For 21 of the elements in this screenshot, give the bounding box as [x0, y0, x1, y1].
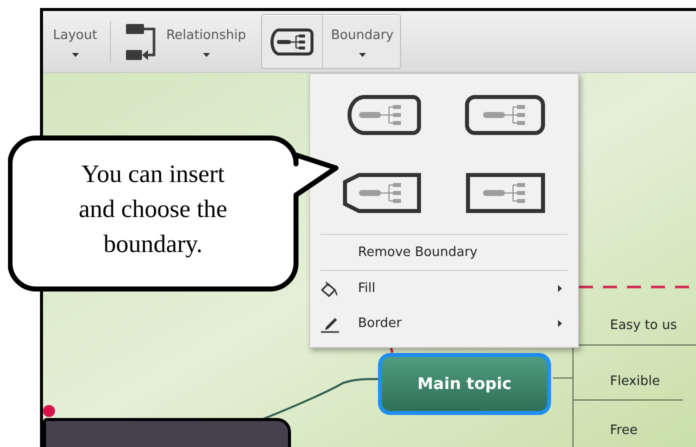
- main-topic-node[interactable]: Main topic: [378, 353, 551, 415]
- caret-icon: [202, 53, 210, 58]
- dot-icon: [43, 405, 55, 417]
- boundary-shape-option[interactable]: [341, 172, 423, 214]
- callout-text: You can insert and choose the boundary.: [78, 160, 228, 260]
- toolbar-button[interactable]: Boundary: [261, 14, 401, 69]
- toolbar-button[interactable]: Layout: [46, 14, 104, 69]
- caret-icon: [72, 53, 79, 58]
- menu-item[interactable]: Remove Boundary: [320, 235, 568, 270]
- boundary-shape-option[interactable]: [465, 94, 547, 136]
- toolbar-button[interactable]: Relationship: [117, 14, 254, 69]
- boundary-shape-option[interactable]: [465, 172, 547, 214]
- menu-item[interactable]: Border: [320, 306, 568, 341]
- paint-bucket-icon: [320, 280, 340, 298]
- menu-item[interactable]: Fill: [320, 271, 568, 306]
- subtopic-label[interactable]: Easy to us: [610, 316, 677, 336]
- subtopic-label[interactable]: Free: [610, 421, 638, 440]
- caret-icon: [358, 53, 366, 58]
- subtopic-label[interactable]: Flexible: [610, 372, 660, 392]
- boundary-icon: [268, 26, 314, 56]
- topic-node[interactable]: [43, 418, 291, 447]
